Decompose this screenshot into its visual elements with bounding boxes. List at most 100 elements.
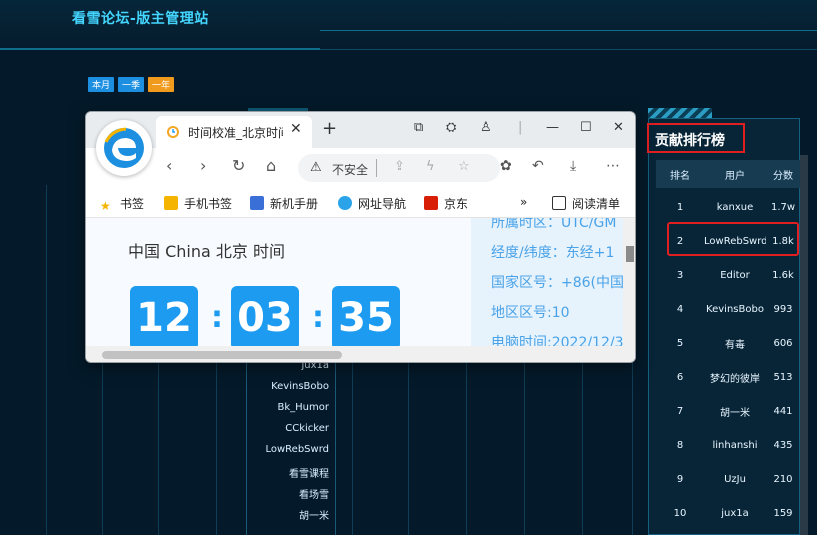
table-row[interactable]: 5 有毒 606 bbox=[656, 326, 800, 360]
period-tab-month[interactable]: 本月 bbox=[88, 77, 115, 92]
bookmark-item[interactable]: 网址导航 bbox=[338, 195, 406, 212]
user-cell: jux1a bbox=[721, 507, 749, 519]
ranking-deco bbox=[648, 108, 712, 118]
plus-icon[interactable]: + bbox=[322, 120, 337, 138]
table-row[interactable]: 3 Editor 1.6k bbox=[656, 258, 800, 292]
grid-line bbox=[46, 185, 47, 535]
header-score: 分数 bbox=[773, 170, 793, 182]
home-icon[interactable]: ⌂ bbox=[266, 158, 276, 174]
table-row[interactable]: 9 UzJu 210 bbox=[656, 462, 800, 496]
list-item: 胡一米 bbox=[299, 511, 329, 522]
table-row[interactable]: 6 梦幻的彼岸 513 bbox=[656, 360, 800, 394]
back-icon[interactable]: ‹ bbox=[166, 158, 172, 174]
edge-logo-icon bbox=[96, 120, 152, 176]
user-cell: 梦幻的彼岸 bbox=[710, 373, 760, 385]
lightning-icon[interactable]: ϟ bbox=[426, 159, 435, 174]
header-deco-line-right bbox=[320, 30, 817, 31]
minimize-icon[interactable]: — bbox=[546, 120, 559, 135]
rank-cell: 9 bbox=[676, 473, 684, 485]
list-item: 看雪课程 bbox=[289, 469, 329, 480]
ranking-header: 排名 用户 分数 bbox=[656, 160, 800, 188]
list-item: Bk_Humor bbox=[277, 402, 329, 413]
undo-menu-icon[interactable]: ↶ bbox=[532, 158, 544, 174]
info-line: 经度/纬度：东经+1 bbox=[491, 245, 615, 261]
score-cell: 159 bbox=[773, 507, 793, 519]
rank-cell: 4 bbox=[676, 303, 684, 315]
bookmark-item[interactable]: 手机书签 bbox=[164, 195, 232, 212]
bookmark-label: 新机手册 bbox=[270, 197, 319, 211]
period-tab-year[interactable]: 一年 bbox=[148, 77, 175, 92]
time-separator: : bbox=[211, 300, 223, 335]
browser-tab[interactable]: 时间校准_北京时间 ✕ bbox=[156, 116, 312, 148]
header-user: 用户 bbox=[725, 170, 745, 182]
maximize-icon[interactable]: ☐ bbox=[580, 120, 592, 135]
reading-list[interactable]: 阅读清单 bbox=[552, 195, 620, 212]
user-cell: Editor bbox=[720, 269, 750, 281]
user-cell: 有毒 bbox=[725, 339, 745, 351]
clock-heading: 中国 China 北京 时间 bbox=[128, 242, 285, 261]
more-bookmarks-button[interactable]: » bbox=[520, 195, 527, 209]
window-close-icon[interactable]: ✕ bbox=[613, 120, 624, 135]
rank-cell: 8 bbox=[676, 439, 684, 451]
info-line: 所属时区：UTC/GM bbox=[491, 218, 617, 231]
share-icon[interactable]: ⇪ bbox=[394, 159, 405, 174]
tab-actions-icon[interactable]: ⧉ bbox=[414, 120, 423, 135]
score-cell: 210 bbox=[773, 473, 793, 485]
rank-cell: 1 bbox=[676, 201, 684, 213]
ranking-scrollbar[interactable] bbox=[800, 155, 808, 535]
extensions-icon[interactable]: ✿ bbox=[500, 158, 512, 174]
star-icon: ★ bbox=[100, 199, 111, 213]
security-status: 不安全 bbox=[332, 163, 369, 177]
info-line: 电脑时间:2022/12/3 bbox=[491, 335, 623, 346]
close-icon[interactable]: ✕ bbox=[290, 121, 302, 137]
vertical-scrollbar[interactable] bbox=[623, 218, 635, 346]
workspace-icon[interactable]: ⛭ bbox=[446, 120, 456, 135]
bookmark-label: 京东 bbox=[444, 197, 469, 211]
bookmarks-bar: ★ 书签 手机书签 新机手册 网址导航 京东 » 阅读清单 bbox=[86, 188, 635, 218]
refresh-icon[interactable]: ↻ bbox=[232, 158, 245, 174]
horizontal-scrollbar[interactable] bbox=[86, 346, 635, 362]
user-cell: 胡一米 bbox=[720, 407, 750, 419]
table-row[interactable]: 4 KevinsBobo 993 bbox=[656, 292, 800, 326]
user-cell: linhanshi bbox=[712, 439, 758, 451]
table-row[interactable]: 10 jux1a 159 bbox=[656, 496, 800, 530]
download-icon[interactable]: ⤓ bbox=[570, 158, 576, 174]
address-bar[interactable]: ⚠ 不安全 ⇪ ϟ ☆ bbox=[298, 154, 500, 182]
info-line: 地区区号:10 bbox=[491, 305, 570, 321]
user-cell: KevinsBobo bbox=[706, 303, 764, 315]
bookmark-item[interactable]: ★ 书签 bbox=[100, 195, 144, 213]
more-icon[interactable]: ⋯ bbox=[606, 158, 620, 174]
period-tab-quarter[interactable]: 一季 bbox=[118, 77, 145, 92]
scroll-thumb[interactable] bbox=[626, 246, 634, 262]
forward-icon[interactable]: › bbox=[200, 158, 206, 174]
bookmark-item[interactable]: 新机手册 bbox=[250, 195, 318, 212]
score-cell: 993 bbox=[773, 303, 793, 315]
score-cell: 513 bbox=[773, 371, 793, 383]
score-cell: 441 bbox=[773, 405, 793, 417]
list-item: LowRebSwrd bbox=[265, 444, 329, 455]
rank-cell: 7 bbox=[676, 405, 684, 417]
address-divider bbox=[376, 159, 377, 177]
jd-icon bbox=[424, 196, 438, 210]
divider-icon: | bbox=[518, 120, 523, 135]
bookmark-label: 网址导航 bbox=[358, 197, 407, 211]
score-cell: 435 bbox=[773, 439, 793, 451]
rank-cell: 10 bbox=[673, 507, 687, 519]
shirt-icon[interactable]: ♙ bbox=[480, 120, 492, 135]
table-row[interactable]: 7 胡一米 441 bbox=[656, 394, 800, 428]
time-separator: : bbox=[312, 300, 324, 335]
star-icon[interactable]: ☆ bbox=[458, 159, 470, 174]
bookmark-item[interactable]: 京东 bbox=[424, 195, 468, 212]
browser-toolbar: ‹ › ↻ ⌂ ⚠ 不安全 ⇪ ϟ ☆ ✿ ↶ ⤓ ⋯ bbox=[86, 148, 635, 188]
table-row[interactable]: 1 kanxue 1.7w bbox=[656, 190, 800, 224]
edge-logo-icon bbox=[338, 196, 352, 210]
period-tabs: 本月 一季 一年 bbox=[88, 77, 175, 92]
time-info-panel: 所属时区：UTC/GM 经度/纬度：东经+1 国家区号：+86(中国 地区区号:… bbox=[471, 218, 623, 346]
rank-cell: 5 bbox=[676, 337, 684, 349]
scroll-thumb[interactable] bbox=[102, 351, 342, 359]
list-item: 看场雪 bbox=[299, 490, 329, 501]
user-cell: kanxue bbox=[716, 201, 754, 213]
browser-window: 时间校准_北京时间 ✕ + ⧉ ⛭ ♙ | — ☐ ✕ ‹ › ↻ ⌂ ⚠ 不安… bbox=[85, 111, 636, 363]
page-content: 中国 China 北京 时间 12 : 03 : 35 所属时区：UTC/GM … bbox=[86, 218, 623, 346]
table-row[interactable]: 8 linhanshi 435 bbox=[656, 428, 800, 462]
